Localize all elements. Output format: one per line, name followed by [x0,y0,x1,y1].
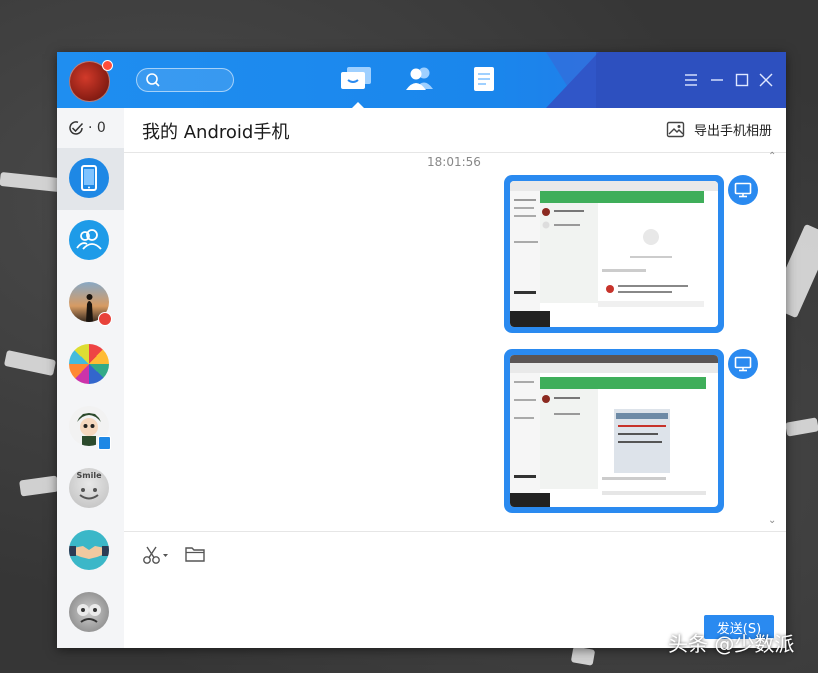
menu-icon [685,74,697,86]
image-message[interactable] [504,175,724,333]
maximize-button[interactable] [732,70,752,90]
close-button[interactable] [756,70,776,90]
tab-messages[interactable] [339,64,375,108]
export-photos-label: 导出手机相册 [693,124,772,139]
status-blocked-badge [98,312,112,326]
contact-sidebar: · 0 Smile [57,108,124,648]
avatar-icon: Smile [69,468,109,508]
screenshot-thumbnail [510,181,718,327]
minimize-button[interactable] [707,70,727,90]
avatar-icon [69,592,109,632]
sidebar-item-contact-collage[interactable] [57,334,124,396]
folder-icon [185,547,205,562]
image-message[interactable] [504,349,724,513]
maximize-icon [735,73,749,87]
sidebar-item-contact-handshake[interactable] [57,520,124,582]
tab-contacts[interactable] [403,64,439,100]
people-icon [76,229,102,250]
avatar-icon [69,344,109,384]
send-file-button[interactable] [184,544,208,566]
photo-album-icon [666,121,685,137]
scissors-icon [143,546,168,564]
group-avatar [69,220,109,260]
search-icon [146,73,160,87]
screenshot-tool-button[interactable] [142,544,168,566]
title-bar [57,52,786,108]
watermark-text: 头条 @少数派 [668,632,795,656]
phone-avatar [69,158,109,198]
notification-dot [102,60,113,71]
done-count-label: · 0 [88,120,106,136]
check-circle-icon [69,121,84,135]
menu-button[interactable] [681,70,701,90]
message-area[interactable]: 18:01:56 ⌃ ⌄ [124,151,786,530]
monitor-icon [734,182,752,198]
avatar-icon [69,530,109,570]
sidebar-item-contact-gray[interactable] [57,582,124,644]
smile-avatar-text: Smile [76,471,102,480]
sidebar-item-contact-cartoon[interactable] [57,396,124,458]
sidebar-item-group[interactable] [57,210,124,272]
document-icon [474,67,494,91]
sidebar-item-contact-smile[interactable]: Smile [57,458,124,520]
scroll-down-icon[interactable]: ⌄ [768,515,776,526]
contacts-icon [406,67,433,90]
sidebar-item-android-phone[interactable] [57,148,124,210]
sender-device-badge [728,175,758,205]
screenshot-thumbnail [510,355,718,507]
tab-files[interactable] [467,64,503,100]
device-phone-badge [98,436,111,450]
phone-icon [81,165,97,191]
chat-bubble-icon [341,67,371,89]
app-window: · 0 Smile 我的 Android手机 导出手机相册 18:01:56 ⌃… [57,52,786,648]
message-timestamp: 18:01:56 [427,155,481,169]
done-counter[interactable]: · 0 [67,116,106,140]
export-photos-button[interactable]: 导出手机相册 [666,120,772,139]
sender-device-badge [728,349,758,379]
chat-title: 我的 Android手机 [142,122,290,143]
minimize-icon [711,79,723,81]
monitor-icon [734,356,752,372]
scroll-up-icon[interactable]: ⌃ [768,151,776,162]
handshake-icon [69,546,109,559]
chat-header: 我的 Android手机 导出手机相册 [124,108,786,153]
search-box[interactable] [136,68,234,92]
close-icon [759,73,773,87]
sidebar-item-contact-sunset[interactable] [57,272,124,334]
